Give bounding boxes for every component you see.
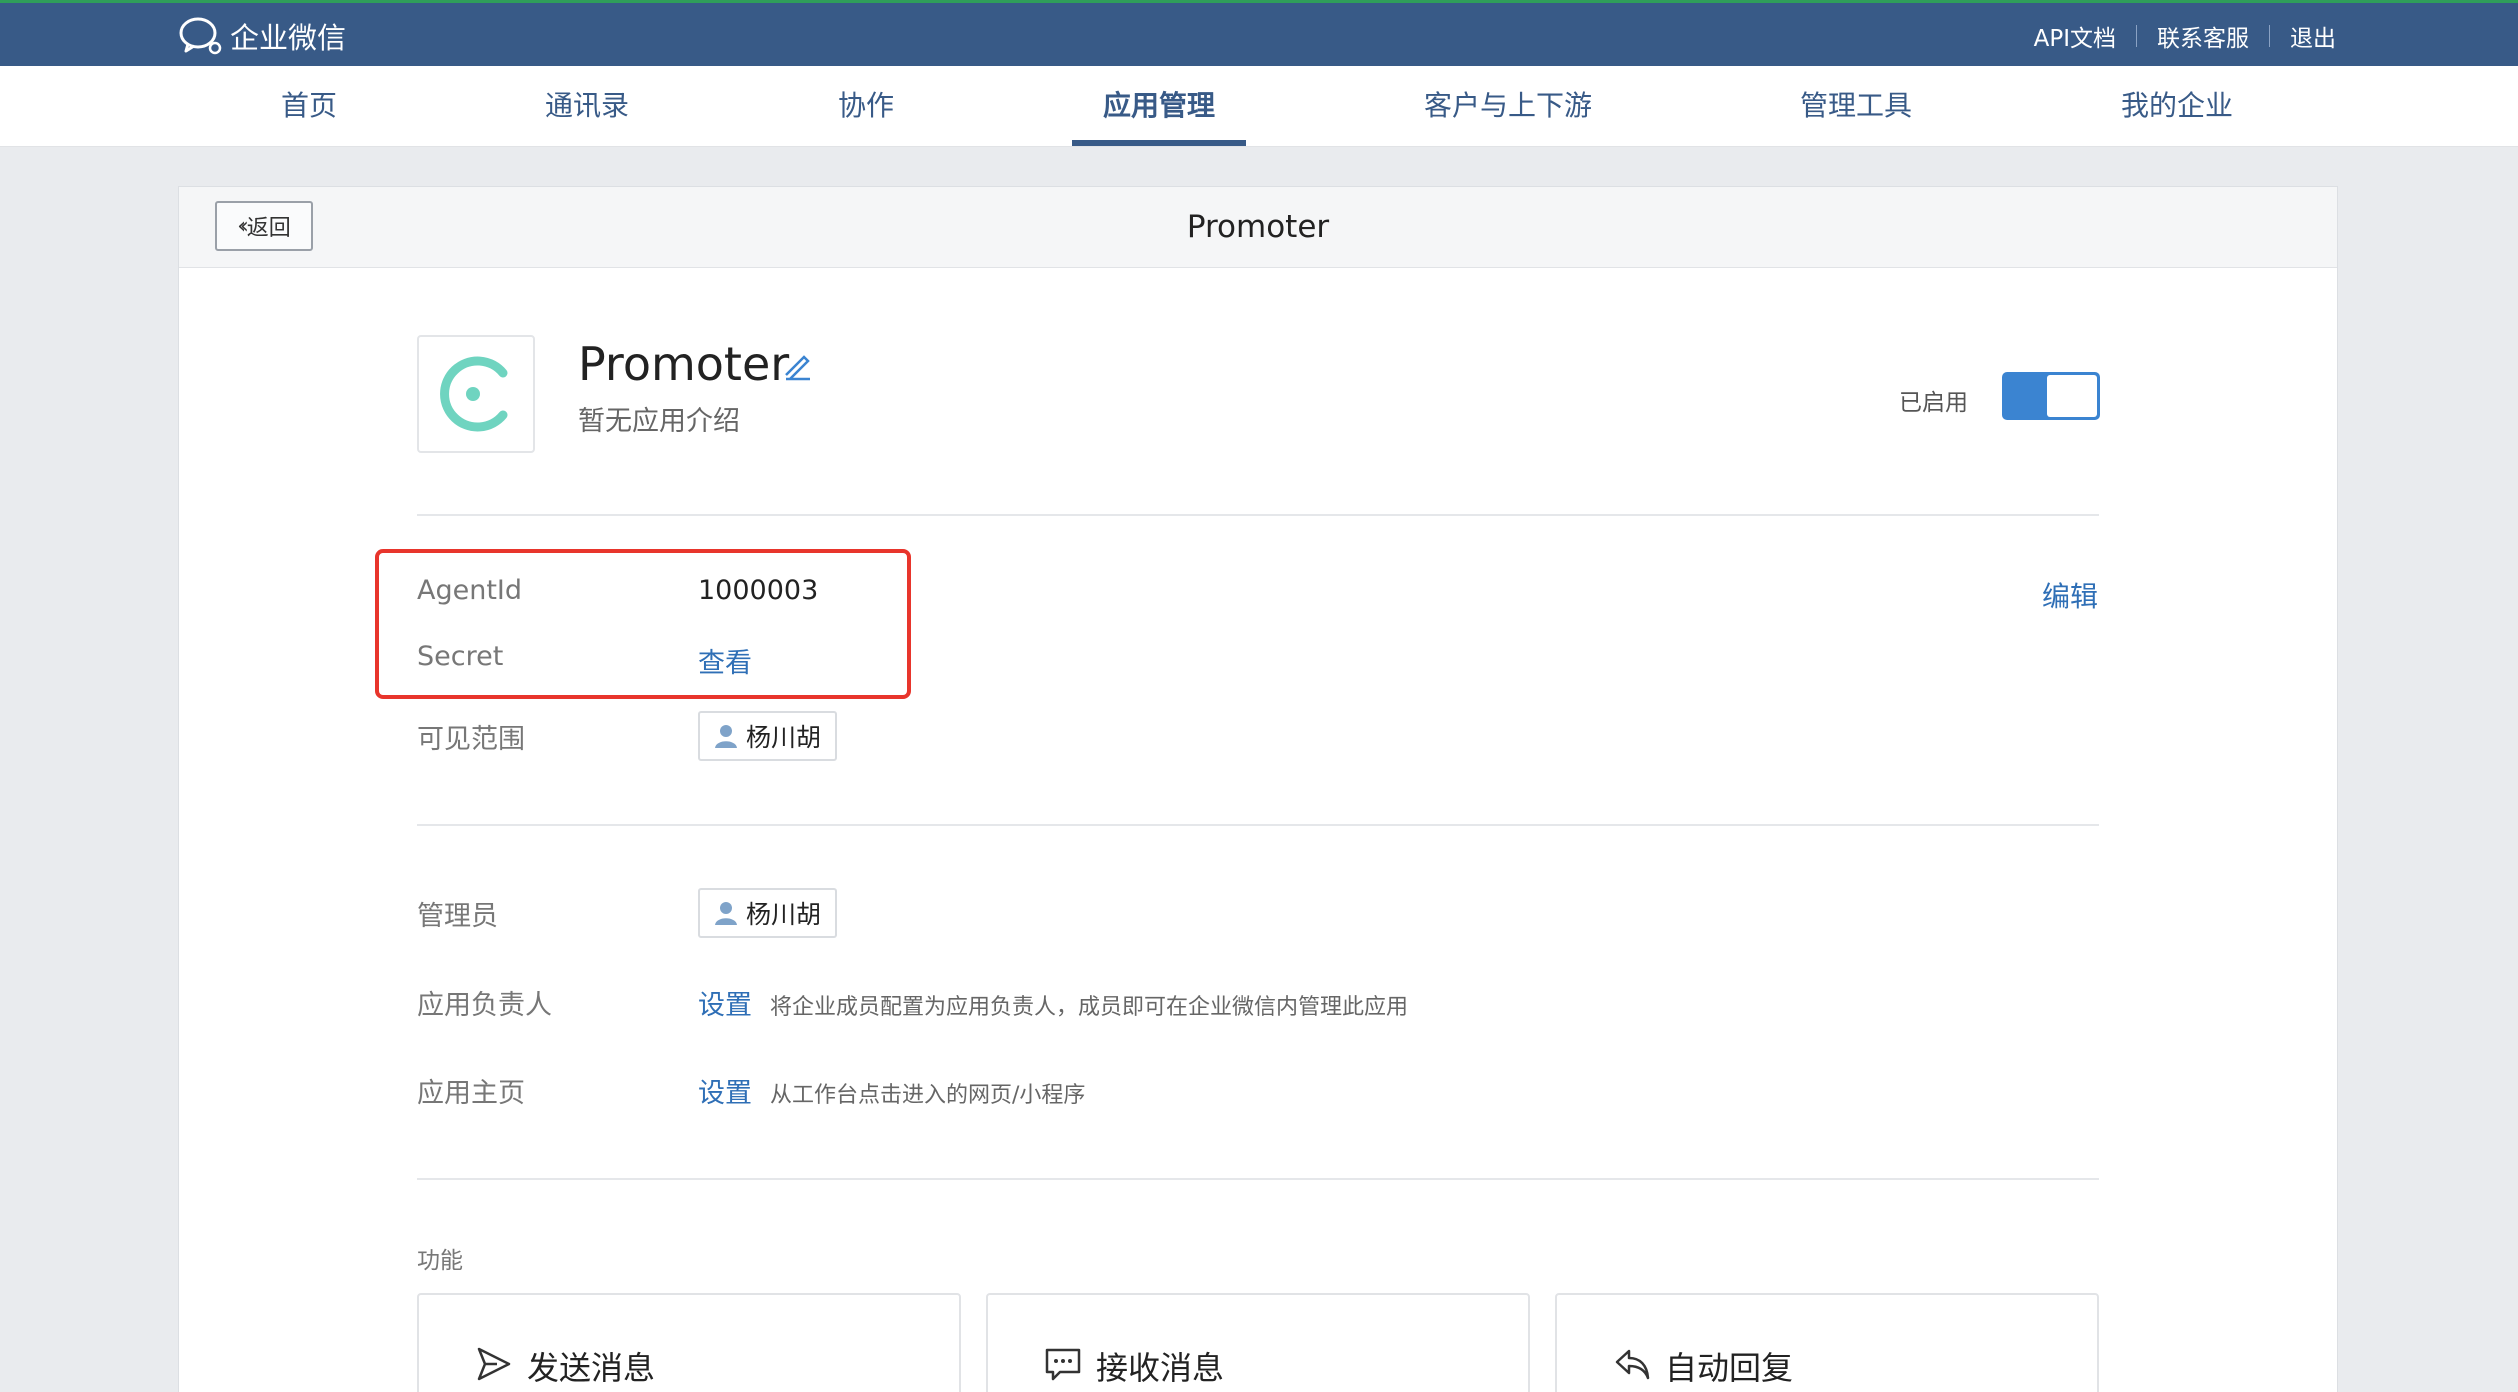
send-icon bbox=[477, 1347, 511, 1381]
admin-member-name: 杨川胡 bbox=[746, 900, 822, 929]
divider bbox=[417, 1178, 2099, 1180]
contact-support-link[interactable]: 联系客服 bbox=[2157, 19, 2249, 53]
app-detail-panel: Promoter ‹‹ 返回 Promoter 暂无应用介绍 已启用 Agent… bbox=[178, 186, 2338, 1392]
admin-label: 管理员 bbox=[417, 901, 498, 932]
visibility-member-chip[interactable]: 杨川胡 bbox=[698, 711, 838, 761]
send-message-label: 发送消息 bbox=[527, 1349, 656, 1387]
highlight-box bbox=[375, 549, 911, 699]
nav-collaboration[interactable]: 协作 bbox=[838, 66, 894, 146]
edit-link[interactable]: 编辑 bbox=[2042, 575, 2098, 615]
divider bbox=[2269, 25, 2270, 47]
homepage-set-link[interactable]: 设置 bbox=[698, 1078, 752, 1109]
nav-tools[interactable]: 管理工具 bbox=[1800, 66, 1912, 146]
admin-member-chip[interactable]: 杨川胡 bbox=[698, 888, 838, 938]
edit-pencil-icon[interactable] bbox=[782, 349, 814, 381]
auto-reply-label: 自动回复 bbox=[1665, 1349, 1794, 1387]
panel-header: Promoter ‹‹ 返回 bbox=[179, 187, 2337, 268]
app-name: Promoter bbox=[578, 337, 790, 391]
status-label: 已启用 bbox=[1899, 390, 1968, 416]
homepage-hint: 从工作台点击进入的网页/小程序 bbox=[770, 1083, 1086, 1108]
divider bbox=[417, 514, 2099, 516]
visibility-member-name: 杨川胡 bbox=[746, 723, 822, 752]
nav-app-management[interactable]: 应用管理 bbox=[1103, 66, 1215, 146]
active-tab-indicator bbox=[1072, 140, 1246, 146]
panel-title: Promoter bbox=[1186, 209, 1330, 245]
reply-icon bbox=[1615, 1349, 1650, 1380]
brand-logo[interactable]: 企业微信 bbox=[178, 15, 346, 57]
brand-name: 企业微信 bbox=[230, 21, 347, 55]
nav-customers[interactable]: 客户与上下游 bbox=[1424, 66, 1592, 146]
app-description: 暂无应用介绍 bbox=[578, 406, 740, 437]
toggle-knob bbox=[2047, 375, 2097, 417]
auto-reply-card[interactable]: 自动回复 bbox=[1555, 1293, 2099, 1392]
homepage-label: 应用主页 bbox=[417, 1078, 525, 1109]
user-icon bbox=[715, 902, 737, 925]
double-chevron-left-icon: ‹‹ bbox=[237, 213, 248, 239]
logout-link[interactable]: 退出 bbox=[2290, 19, 2336, 53]
divider bbox=[417, 824, 2099, 826]
top-links: API文档 联系客服 退出 bbox=[2034, 15, 2336, 57]
message-icon bbox=[1045, 1348, 1081, 1381]
receive-message-card[interactable]: 接收消息 bbox=[986, 1293, 1530, 1392]
visibility-label: 可见范围 bbox=[417, 724, 525, 755]
homepage-row: 设置 从工作台点击进入的网页/小程序 bbox=[698, 1071, 1085, 1110]
nav-my-company[interactable]: 我的企业 bbox=[2121, 66, 2233, 146]
api-docs-link[interactable]: API文档 bbox=[2034, 19, 2116, 53]
app-icon bbox=[417, 335, 535, 453]
features-title: 功能 bbox=[417, 1248, 463, 1274]
wecom-logo-icon bbox=[179, 17, 222, 55]
owner-set-link[interactable]: 设置 bbox=[698, 990, 752, 1021]
enable-toggle[interactable] bbox=[2002, 372, 2100, 420]
back-button[interactable]: ‹‹ 返回 bbox=[215, 201, 313, 251]
promoter-logo-icon bbox=[440, 356, 508, 432]
send-message-card[interactable]: 发送消息 bbox=[417, 1293, 961, 1392]
divider bbox=[2136, 25, 2137, 47]
owner-label: 应用负责人 bbox=[417, 990, 552, 1021]
nav-home[interactable]: 首页 bbox=[281, 66, 337, 146]
top-bar: 企业微信 API文档 联系客服 退出 bbox=[0, 0, 2518, 66]
back-button-label: 返回 bbox=[246, 216, 291, 241]
owner-row: 设置 将企业成员配置为应用负责人，成员即可在企业微信内管理此应用 bbox=[698, 983, 1408, 1022]
nav-contacts[interactable]: 通讯录 bbox=[545, 66, 629, 146]
owner-hint: 将企业成员配置为应用负责人，成员即可在企业微信内管理此应用 bbox=[770, 995, 1409, 1020]
main-nav: 首页 通讯录 协作 应用管理 客户与上下游 管理工具 我的企业 bbox=[0, 66, 2518, 147]
user-icon bbox=[715, 725, 737, 748]
receive-message-label: 接收消息 bbox=[1096, 1349, 1225, 1387]
